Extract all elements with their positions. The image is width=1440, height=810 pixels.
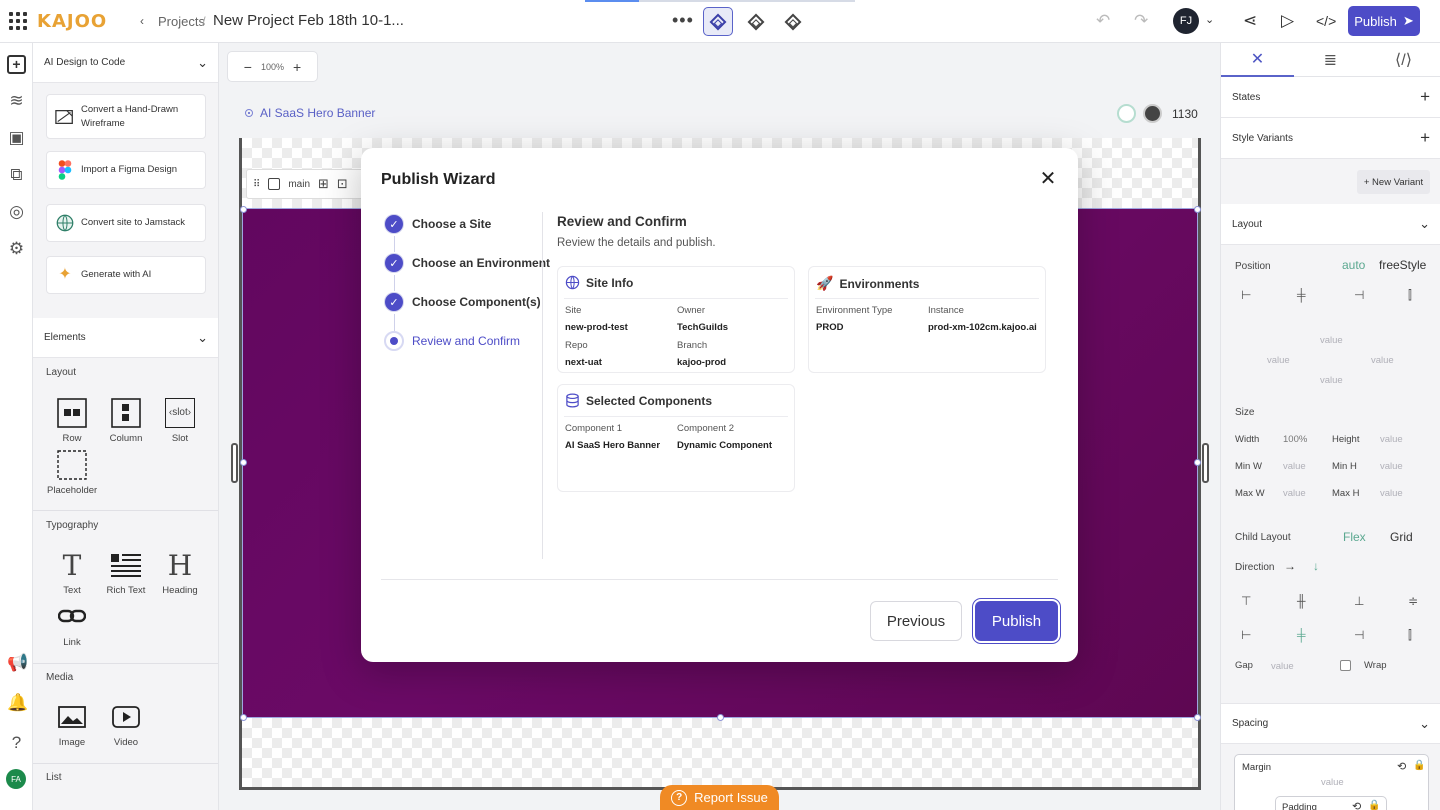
check-icon: ✓ [384,214,404,234]
check-icon: ✓ [384,253,404,273]
check-icon: ✓ [384,292,404,312]
environments-heading: 🚀 Environments [816,275,920,291]
repo-label: Repo [565,340,588,351]
step-choose-components[interactable]: ✓ Choose Component(s) [384,292,541,312]
step-connector [394,236,395,253]
card-divider [815,298,1039,299]
owner-label: Owner [677,305,705,316]
card-divider [564,298,788,299]
modal-title: Publish Wizard [381,171,496,188]
component-2-label: Component 2 [677,423,735,434]
instance-label: Instance [928,305,964,316]
database-icon [566,393,579,408]
component-1-value: AI SaaS Hero Banner [565,440,661,451]
selected-components-heading: Selected Components [565,393,712,408]
previous-button[interactable]: Previous [870,601,962,641]
site-label: Site [565,305,582,316]
component-2-value: Dynamic Component [677,440,773,451]
review-subtitle: Review the details and publish. [557,237,716,249]
branch-label: Branch [677,340,708,351]
report-issue-button[interactable]: ? Report Issue [660,785,779,810]
rocket-icon: 🚀 [816,275,834,291]
divider [542,212,543,559]
help-circle-icon: ? [671,789,688,806]
publish-confirm-button[interactable]: Publish [975,601,1058,641]
step-connector [394,314,395,331]
branch-value: kajoo-prod [677,357,727,368]
publish-wizard-modal: Publish Wizard ✕ ✓ Choose a Site ✓ Choos… [361,148,1078,662]
step-review-confirm[interactable]: Review and Confirm [384,331,520,351]
site-info-heading: Site Info [565,275,633,290]
current-step-icon [384,331,404,351]
close-icon[interactable]: ✕ [1038,168,1058,190]
review-title: Review and Confirm [557,214,687,229]
modal-footer-divider [381,579,1058,580]
env-type-label: Environment Type [816,305,893,316]
owner-value: TechGuilds [677,322,729,333]
component-1-label: Component 1 [565,423,623,434]
step-choose-environment[interactable]: ✓ Choose an Environment [384,253,550,273]
instance-value: prod-xm-102cm.kajoo.ai [928,322,1037,333]
repo-value: next-uat [565,357,602,368]
environments-card: 🚀 Environments Environment Type PROD Ins… [808,266,1046,373]
selected-components-card: Selected Components Component 1 AI SaaS … [557,384,795,492]
card-divider [564,416,788,417]
site-value: new-prod-test [565,322,628,333]
step-connector [394,275,395,292]
env-type-value: PROD [816,322,844,333]
step-choose-site[interactable]: ✓ Choose a Site [384,214,491,234]
globe-icon [565,275,580,290]
site-info-card: Site Info Site new-prod-test Owner TechG… [557,266,795,373]
